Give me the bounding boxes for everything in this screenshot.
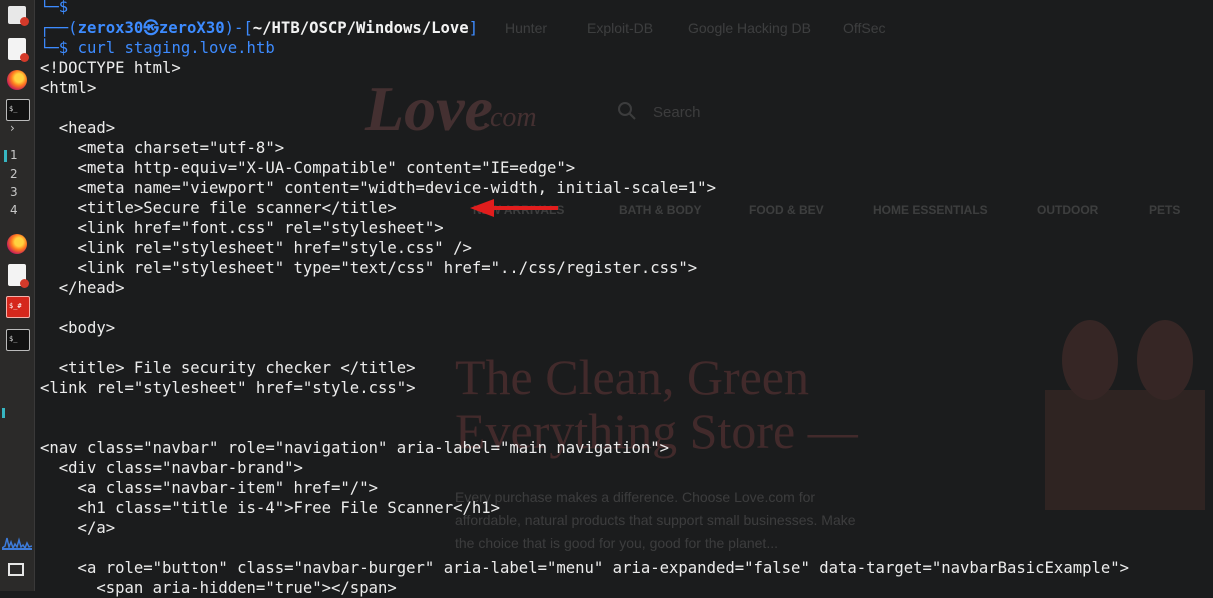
workspace-1[interactable]: 1 — [10, 148, 18, 162]
output-line: <div class="navbar-brand"> — [40, 459, 303, 477]
firefox-icon[interactable] — [7, 234, 27, 254]
output-line: <html> — [40, 79, 97, 97]
indicator-marker — [2, 408, 5, 418]
output-line: <h1 class="title is-4">Free File Scanner… — [40, 499, 501, 517]
output-line: <meta name="viewport" content="width=dev… — [40, 179, 716, 197]
output-line: <a class="navbar-item" href="/"> — [40, 479, 378, 497]
document-icon[interactable] — [8, 264, 29, 288]
prompt-line: ┌──(zerox30㉿zeroX30)-[~/HTB/OSCP/Windows… — [40, 18, 478, 38]
prompt-marker: └─$ — [40, 39, 69, 57]
output-line: <link rel="stylesheet" type="text/css" h… — [40, 259, 698, 277]
active-workspace-marker — [4, 150, 7, 162]
prompt-directory: ~/HTB/OSCP/Windows/Love — [252, 19, 469, 37]
chevron-right-icon[interactable]: › — [10, 121, 15, 135]
output-line: <body> — [40, 319, 116, 337]
terminal-icon[interactable]: $_ — [6, 329, 30, 351]
firefox-icon[interactable] — [7, 70, 27, 90]
window-icon[interactable] — [8, 563, 24, 576]
output-line: <link rel="stylesheet" href="style.css"> — [40, 379, 416, 397]
output-line: <a role="button" class="navbar-burger" a… — [40, 559, 1130, 577]
output-line: <link rel="stylesheet" href="style.css" … — [40, 239, 472, 257]
command-line: └─$ curl staging.love.htb — [40, 38, 275, 58]
taskbar: $_ › 1 2 3 4 $_# $_ — [0, 0, 35, 591]
output-line: <head> — [40, 119, 116, 137]
output-line: <title> File security checker </title> — [40, 359, 416, 377]
network-graph-icon — [2, 537, 32, 550]
terminal-output[interactable]: └─$ ┌──(zerox30㉿zeroX30)-[~/HTB/OSCP/Win… — [40, 0, 1210, 597]
prompt-mid: )-[ — [224, 19, 253, 37]
prompt-close: ] — [468, 19, 479, 37]
workspace-2[interactable]: 2 — [10, 167, 18, 181]
workspace-3[interactable]: 3 — [10, 185, 18, 199]
root-terminal-icon[interactable]: $_# — [6, 296, 30, 318]
previous-prompt-tail: └─$ — [40, 0, 68, 17]
prompt-user-host: zerox30㉿zeroX30 — [77, 19, 225, 37]
red-arrow-icon — [470, 199, 558, 217]
output-line: <link href="font.css" rel="stylesheet"> — [40, 219, 444, 237]
output-line: <meta charset="utf-8"> — [40, 139, 285, 157]
output-line: <span aria-hidden="true"></span> — [40, 579, 397, 597]
output-line: <!DOCTYPE html> — [40, 59, 181, 77]
output-line: </a> — [40, 519, 116, 537]
output-line: <meta http-equiv="X-UA-Compatible" conte… — [40, 159, 576, 177]
output-line: </head> — [40, 279, 125, 297]
output-line: <title>Secure file scanner</title> — [40, 199, 397, 217]
prompt-marker: └─$ — [40, 0, 69, 16]
output-line: <nav class="navbar" role="navigation" ar… — [40, 439, 670, 457]
document-icon[interactable] — [8, 38, 29, 62]
command-text: curl staging.love.htb — [77, 39, 275, 57]
terminal-icon[interactable]: $_ — [6, 99, 30, 121]
file-manager-icon[interactable] — [8, 6, 29, 26]
workspace-4[interactable]: 4 — [10, 203, 18, 217]
prompt-open: ┌──( — [40, 19, 78, 37]
